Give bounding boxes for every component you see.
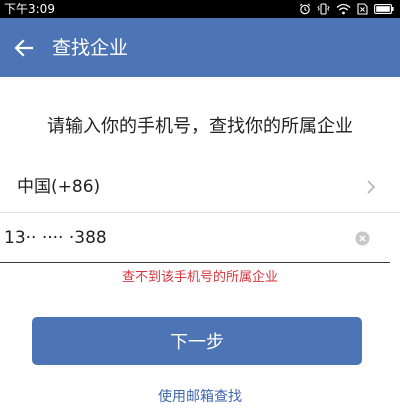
instruction-text: 请输入你的手机号，查找你的所属企业 xyxy=(47,116,353,137)
back-button[interactable] xyxy=(10,34,38,62)
status-time: 下午3:09 xyxy=(4,2,55,16)
chevron-right-icon xyxy=(367,180,376,194)
vibrate-icon xyxy=(317,3,330,15)
country-selector[interactable]: 中国(+86) xyxy=(0,163,400,211)
phone-input[interactable] xyxy=(4,224,334,252)
sim-icon xyxy=(357,3,368,15)
status-bar: 下午3:09 xyxy=(0,0,400,18)
alarm-icon xyxy=(299,3,311,15)
wifi-icon xyxy=(336,3,351,15)
error-message: 查不到该手机号的所属企业 xyxy=(121,270,278,285)
next-button[interactable]: 下一步 xyxy=(32,317,362,365)
phone-field-row xyxy=(0,213,400,263)
country-code-label: 中国(+86) xyxy=(17,177,101,197)
battery-icon xyxy=(374,4,394,14)
page-title: 查找企业 xyxy=(52,37,129,59)
arrow-left-icon xyxy=(14,39,34,57)
find-by-email-link[interactable]: 使用邮箱查找 xyxy=(0,386,400,408)
input-underline xyxy=(0,262,390,263)
status-icons xyxy=(299,1,394,17)
clear-icon[interactable] xyxy=(355,231,370,246)
app-bar: 查找企业 xyxy=(0,18,400,77)
